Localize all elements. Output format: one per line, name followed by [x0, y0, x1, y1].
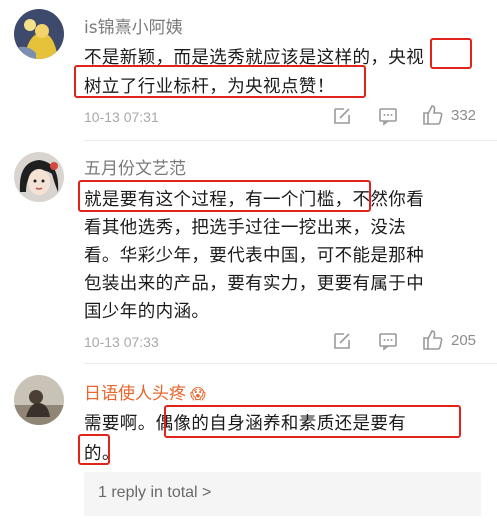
message-icon[interactable] — [378, 331, 398, 355]
comment-text-line: 包装出来的产品，要有实力，更要有属于中 — [84, 274, 425, 294]
timestamp: 10-13 07:33 — [84, 334, 159, 350]
highlight-box — [74, 65, 366, 98]
divider — [84, 140, 497, 141]
message-icon[interactable] — [378, 106, 398, 130]
username[interactable]: 五月份文艺范 — [84, 154, 186, 179]
highlight-box — [164, 405, 461, 438]
replies-link[interactable]: 1 reply in total > — [84, 472, 481, 516]
username[interactable]: is锦熹小阿姨 — [84, 13, 183, 38]
like-count: 332 — [451, 107, 477, 124]
comment-text-line: 看其他选秀，把选手过往一挖出来，没法 — [84, 218, 407, 238]
avatar[interactable] — [14, 152, 64, 202]
thumbs-up-icon[interactable] — [422, 329, 444, 355]
highlight-box — [430, 38, 472, 69]
edit-icon[interactable] — [332, 331, 352, 355]
avatar[interactable] — [14, 9, 64, 59]
username[interactable]: 日语使人头疼 😱 — [84, 379, 206, 404]
timestamp: 10-13 07:31 — [84, 109, 159, 125]
highlight-box — [78, 180, 371, 212]
avatar[interactable] — [14, 375, 64, 425]
highlight-box — [78, 434, 110, 465]
edit-icon[interactable] — [332, 106, 352, 130]
comment-text-line: 看。华彩少年，要代表中国，可不能是那种 — [84, 246, 425, 266]
username-text: 日语使人头疼 — [84, 384, 186, 404]
divider — [84, 363, 497, 364]
emoji-icon: 😱 — [190, 385, 206, 403]
comment-text-line: 国少年的内涵。 — [84, 302, 210, 322]
replies-link-label: 1 reply in total > — [98, 484, 212, 501]
thumbs-up-icon[interactable] — [422, 104, 444, 130]
like-count: 205 — [451, 332, 477, 349]
